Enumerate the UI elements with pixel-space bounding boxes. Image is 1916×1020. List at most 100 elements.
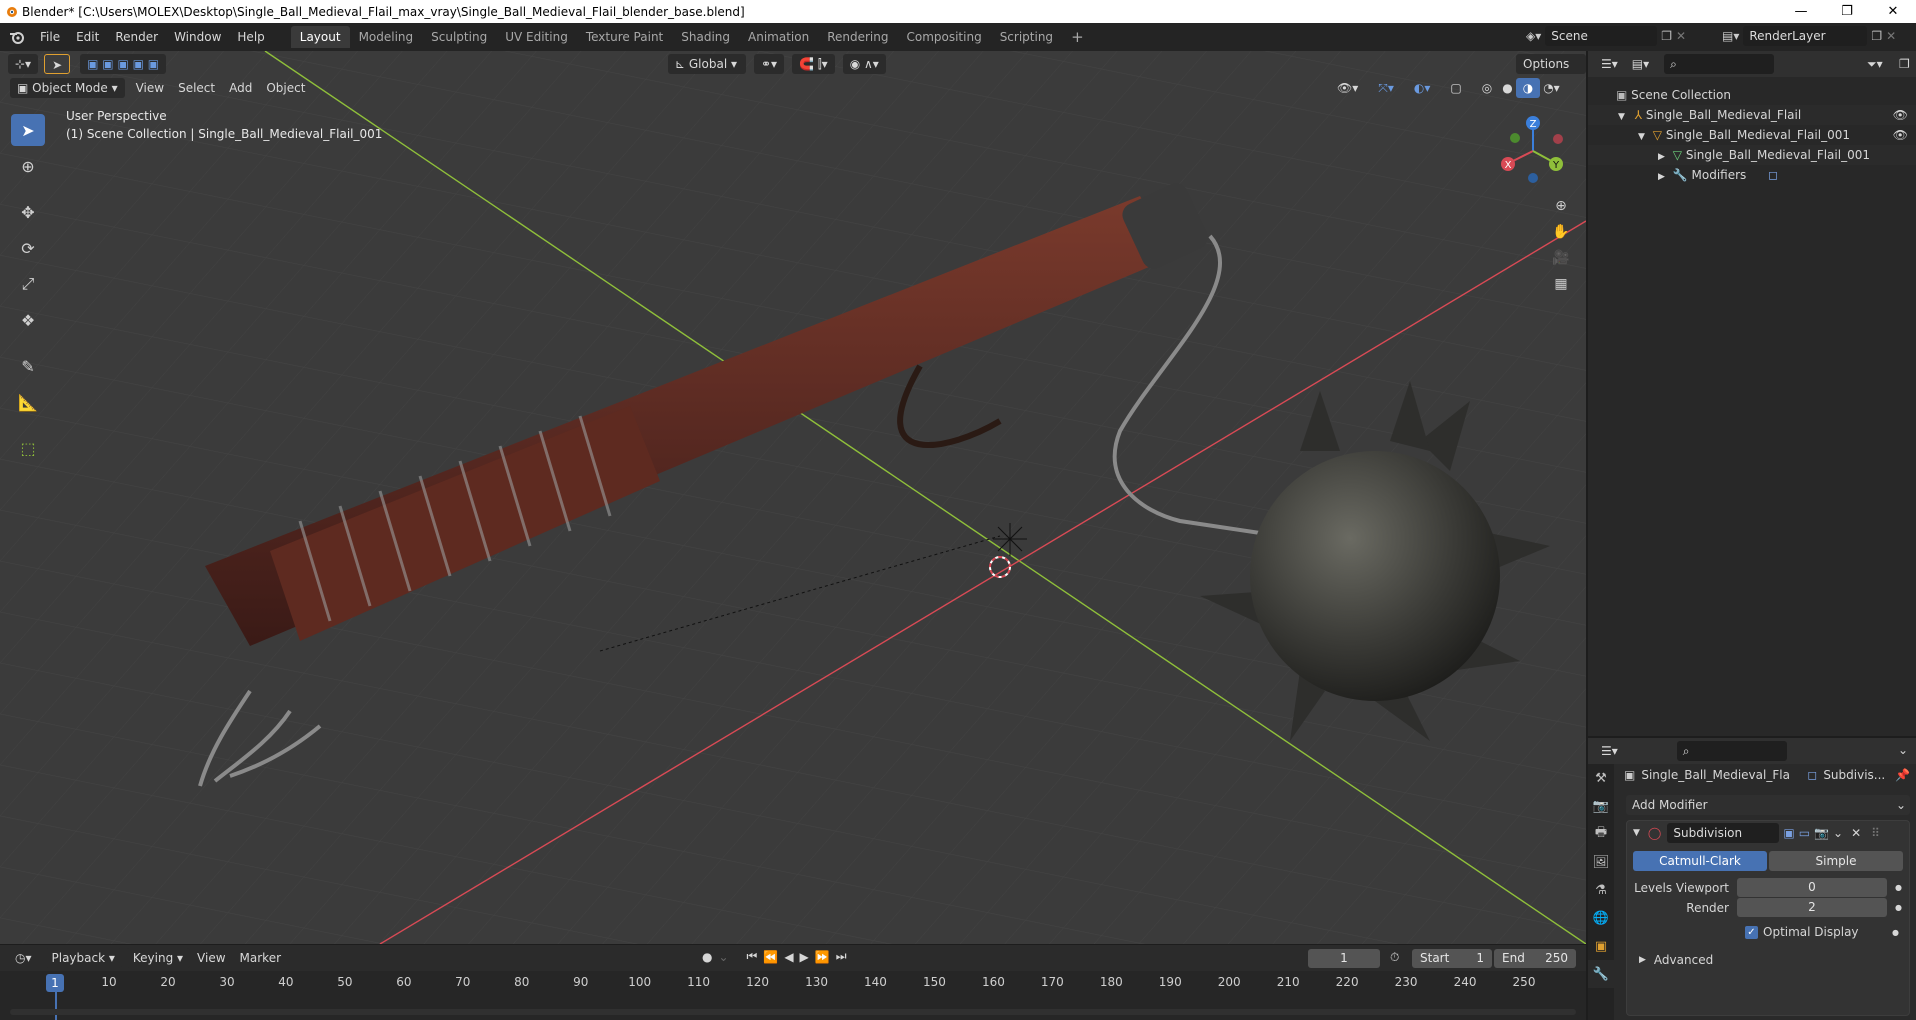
select-box-tool-icon[interactable]: ➤ <box>11 114 45 146</box>
measure-tool-icon[interactable]: 📐 <box>11 386 45 418</box>
select-tool-icon[interactable]: ➤ <box>44 54 71 74</box>
playhead[interactable]: 1 <box>46 974 64 992</box>
options-dropdown[interactable]: Options ▾ <box>1516 54 1586 91</box>
proportional-editing-icon[interactable]: ◉ ∧▾ <box>842 54 886 74</box>
properties-editor-type-icon[interactable]: ☰▾ <box>1594 741 1625 761</box>
close-button[interactable]: ✕ <box>1870 0 1916 23</box>
play-reverse-icon[interactable]: ◀ <box>784 950 793 964</box>
3d-viewport[interactable]: User Perspective (1) Scene Collection | … <box>0 51 1586 944</box>
viewport-menu-select[interactable]: Select <box>171 78 222 98</box>
viewport-menu-object[interactable]: Object <box>259 78 312 98</box>
timeline-menu-view[interactable]: View <box>190 948 232 968</box>
scale-tool-icon[interactable]: ⤢ <box>11 268 45 300</box>
select-mode-icons[interactable]: ▣ ▣ ▣ ▣ ▣ <box>80 54 167 74</box>
tab-texture-paint[interactable]: Texture Paint <box>577 26 672 48</box>
shading-rendered-icon[interactable]: ◔▾ <box>1536 78 1567 98</box>
optimal-display-checkbox[interactable]: ✓ <box>1745 925 1758 939</box>
view-layer-tab-icon[interactable]: 🖼 <box>1588 848 1614 876</box>
modifier-name-field[interactable]: Subdivision <box>1667 823 1780 843</box>
timeline-scrollbar[interactable] <box>10 1009 1576 1015</box>
visibility-icon[interactable]: 👁▾ <box>1330 78 1365 98</box>
gizmo-toggle-icon[interactable]: ⤧▾ <box>1371 78 1401 98</box>
drag-handle-icon[interactable]: ⠿ <box>1871 826 1880 840</box>
render-tab-icon[interactable]: 📷 <box>1588 792 1614 820</box>
delete-scene-icon[interactable]: ✕ <box>1676 29 1686 43</box>
remove-modifier-icon[interactable]: ✕ <box>1851 826 1861 840</box>
rotate-tool-icon[interactable]: ⟳ <box>11 232 45 264</box>
display-mode-icon[interactable]: ▤▾ <box>1625 54 1656 74</box>
next-keyframe-icon[interactable]: ⏩ <box>815 950 830 964</box>
tab-layout[interactable]: Layout <box>290 26 350 48</box>
outliner-search-input[interactable]: ⌕ <box>1664 54 1775 74</box>
tab-sculpting[interactable]: Sculpting <box>422 26 496 48</box>
keyframe-dot-icon[interactable]: ● <box>1895 883 1902 892</box>
end-frame-field[interactable]: End 250 <box>1494 949 1576 968</box>
pivot-point-icon[interactable]: ⚭▾ <box>754 54 785 74</box>
render-layer-field[interactable]: RenderLayer <box>1743 26 1868 46</box>
chevron-down-icon[interactable]: ⌄ <box>718 950 728 964</box>
mode-dropdown[interactable]: ▣ Object Mode ▾ <box>10 78 125 98</box>
tab-scripting[interactable]: Scripting <box>991 26 1062 48</box>
timeline-menu-playback[interactable]: Playback ▾ <box>44 948 122 968</box>
tab-modeling[interactable]: Modeling <box>350 26 423 48</box>
navigation-gizmo[interactable]: Z X Y <box>1495 113 1575 185</box>
menu-render[interactable]: Render <box>107 26 166 48</box>
tree-row-modifiers[interactable]: ▶ 🔧 Modifiers ◻ <box>1588 165 1916 185</box>
keyframe-dot-icon[interactable]: ● <box>1895 903 1902 912</box>
visibility-eye-icon[interactable]: 👁 <box>1893 125 1908 145</box>
tree-row-flail-001[interactable]: ▼ ▽ Single_Ball_Medieval_Flail_001 👁 <box>1588 125 1916 145</box>
zoom-icon[interactable]: ⊕ <box>1548 193 1574 219</box>
add-cube-tool-icon[interactable]: ⬚ <box>11 432 45 464</box>
tool-settings-tab-icon[interactable]: ⚒ <box>1588 764 1614 792</box>
edit-mode-toggle-icon[interactable]: ▣ <box>1783 826 1794 840</box>
render-levels-field[interactable]: 2 <box>1737 898 1887 917</box>
collapse-arrow-icon[interactable]: ▼ <box>1633 828 1640 838</box>
snapping-icon[interactable]: 🧲 ⫿▾ <box>792 54 835 74</box>
timeline-menu-keying[interactable]: Keying ▾ <box>125 948 191 968</box>
output-tab-icon[interactable]: 🖶 <box>1588 820 1614 848</box>
expand-arrow-icon[interactable]: ▶ <box>1658 152 1665 162</box>
add-modifier-dropdown[interactable]: Add Modifier ⌄ <box>1626 795 1910 815</box>
move-tool-icon[interactable]: ✥ <box>11 196 45 228</box>
menu-edit[interactable]: Edit <box>68 26 107 48</box>
add-workspace-icon[interactable]: + <box>1062 26 1093 48</box>
catmull-clark-option[interactable]: Catmull-Clark <box>1633 851 1767 871</box>
viewport-menu-view[interactable]: View <box>129 78 171 98</box>
levels-viewport-field[interactable]: 0 <box>1737 878 1887 897</box>
scene-tab-icon[interactable]: ⚗ <box>1588 876 1614 904</box>
menu-window[interactable]: Window <box>166 26 229 48</box>
expand-arrow-icon[interactable]: ▼ <box>1618 112 1625 122</box>
minimize-button[interactable]: — <box>1778 0 1824 23</box>
start-frame-field[interactable]: Start 1 <box>1412 949 1492 968</box>
tab-rendering[interactable]: Rendering <box>818 26 897 48</box>
menu-file[interactable]: File <box>32 26 68 48</box>
scene-icon[interactable]: ◈▾ <box>1526 29 1541 43</box>
object-tab-icon[interactable]: ▣ <box>1588 932 1614 960</box>
tree-row-scene-collection[interactable]: ▣ Scene Collection <box>1588 85 1916 105</box>
delete-render-layer-icon[interactable]: ✕ <box>1886 29 1896 43</box>
new-scene-icon[interactable]: ❐ <box>1661 29 1672 43</box>
scene-name-field[interactable]: Scene <box>1545 26 1658 46</box>
viewport-toggle-icon[interactable]: ▭ <box>1799 826 1810 840</box>
keyframe-dot-icon[interactable]: ● <box>1892 928 1899 937</box>
render-toggle-icon[interactable]: 📷 <box>1814 826 1829 840</box>
chevron-down-icon[interactable]: ⌄ <box>1898 743 1908 757</box>
modifier-tab-icon[interactable]: 🔧 <box>1588 960 1614 988</box>
blender-menu-icon[interactable] <box>8 29 26 45</box>
cursor-tool-icon[interactable]: ⊕ <box>11 150 45 182</box>
pan-hand-icon[interactable]: ✋ <box>1548 219 1574 245</box>
modifier-menu-icon[interactable]: ⌄ <box>1833 826 1843 840</box>
world-tab-icon[interactable]: 🌐 <box>1588 904 1614 932</box>
viewport-menu-add[interactable]: Add <box>222 78 259 98</box>
editor-type-icon[interactable]: ⊹▾ <box>8 54 39 74</box>
advanced-subpanel-header[interactable]: ▶ Advanced <box>1627 953 1909 967</box>
timeline-menu-marker[interactable]: Marker <box>233 948 288 968</box>
tab-uv-editing[interactable]: UV Editing <box>496 26 577 48</box>
overlay-toggle-icon[interactable]: ◐▾ <box>1407 78 1438 98</box>
xray-icon[interactable]: ▢ <box>1443 78 1468 98</box>
transform-tool-icon[interactable]: ❖ <box>11 304 45 336</box>
current-frame-field[interactable]: 1 <box>1308 949 1380 968</box>
timeline-editor-type-icon[interactable]: ◷▾ <box>8 948 39 968</box>
camera-view-icon[interactable]: 🎥 <box>1548 245 1574 271</box>
simple-option[interactable]: Simple <box>1769 851 1903 871</box>
